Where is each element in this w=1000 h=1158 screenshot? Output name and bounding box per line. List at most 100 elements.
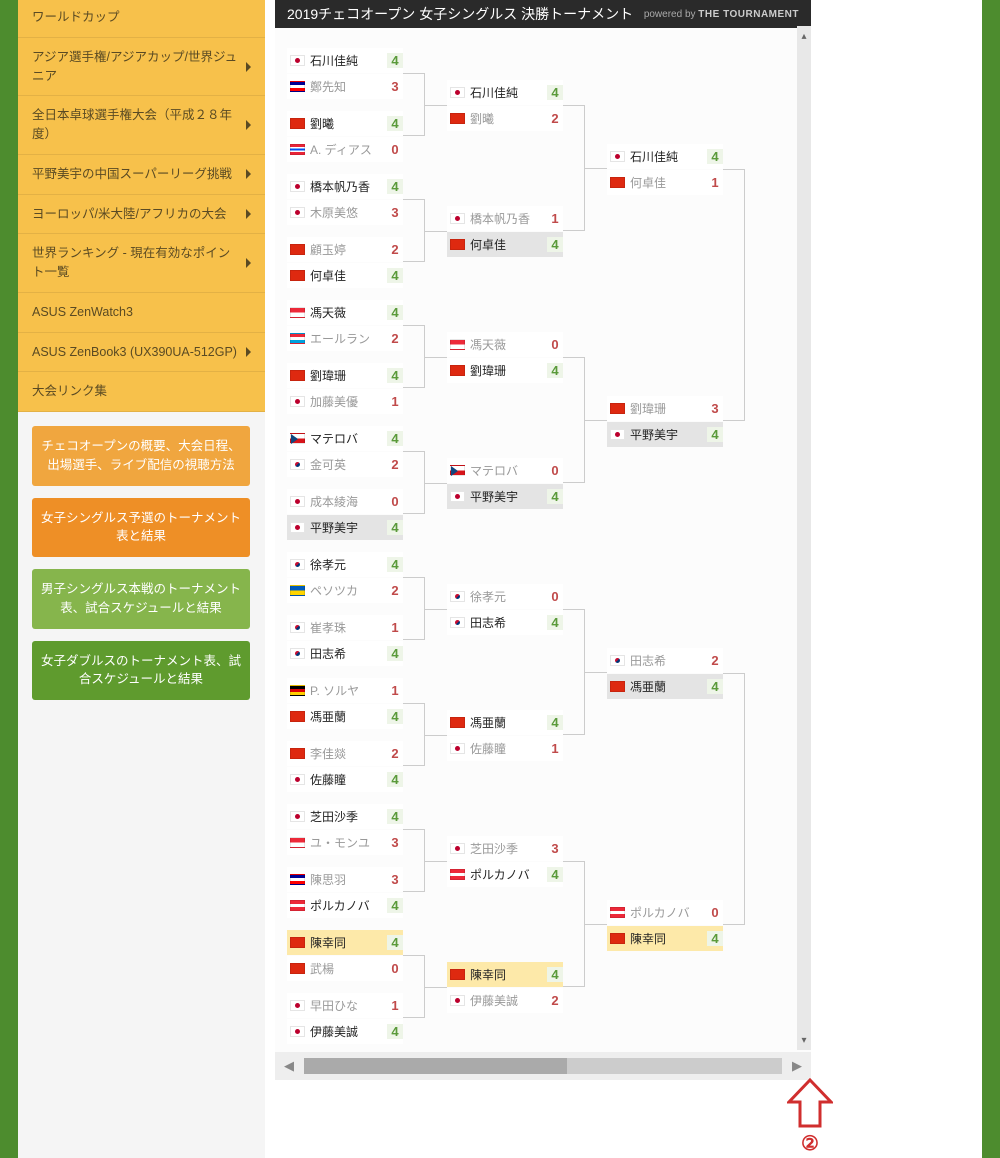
chevron-right-icon xyxy=(246,120,251,130)
player-row[interactable]: 陳幸同4 xyxy=(287,930,403,955)
match: 石川佳純4何卓佳1 xyxy=(607,144,723,196)
player-row[interactable]: 何卓佳1 xyxy=(607,170,723,195)
player-row[interactable]: 馮亜蘭4 xyxy=(447,710,563,735)
player-row[interactable]: 馮亜蘭4 xyxy=(287,704,403,729)
player-name: P. ソルヤ xyxy=(310,682,387,699)
player-name: 徐孝元 xyxy=(470,588,547,605)
scroll-down-icon[interactable]: ▾ xyxy=(797,1030,811,1050)
player-name: 何卓佳 xyxy=(630,174,707,191)
player-row[interactable]: 崔孝珠1 xyxy=(287,615,403,640)
scroll-track[interactable] xyxy=(304,1058,782,1074)
player-name: 馮天薇 xyxy=(310,304,387,321)
player-row[interactable]: 鄭先知3 xyxy=(287,74,403,99)
player-row[interactable]: 馮天薇4 xyxy=(287,300,403,325)
player-row[interactable]: 田志希4 xyxy=(287,641,403,666)
player-row[interactable]: 金可英2 xyxy=(287,452,403,477)
player-row[interactable]: 平野美宇4 xyxy=(607,422,723,447)
match: 芝田沙季3ポルカノバ4 xyxy=(447,836,563,888)
sidebar-item-4[interactable]: ヨーロッパ/米大陸/アフリカの大会 xyxy=(18,195,265,235)
flag-icon xyxy=(290,685,305,696)
player-row[interactable]: 佐藤瞳4 xyxy=(287,767,403,792)
player-row[interactable]: 劉瑋珊4 xyxy=(287,363,403,388)
sidebar-item-0[interactable]: ワールドカップ xyxy=(18,0,265,38)
player-row[interactable]: 田志希4 xyxy=(447,610,563,635)
chevron-right-icon xyxy=(246,169,251,179)
player-score: 4 xyxy=(387,809,403,824)
scroll-up-icon[interactable]: ▴ xyxy=(797,26,811,46)
vertical-scrollbar[interactable]: ▴ ▾ xyxy=(797,26,811,1050)
bracket-body[interactable]: 石川佳純4鄭先知3劉曦4A. ディアス0橋本帆乃香4木原美悠3顧玉婷2何卓佳4馮… xyxy=(275,28,811,1052)
player-row[interactable]: 何卓佳4 xyxy=(287,263,403,288)
match: 陳幸同4伊藤美誠2 xyxy=(447,962,563,1014)
player-row[interactable]: 馮亜蘭4 xyxy=(607,674,723,699)
player-row[interactable]: 木原美悠3 xyxy=(287,200,403,225)
player-row[interactable]: 馮天薇0 xyxy=(447,332,563,357)
player-row[interactable]: マテロバ4 xyxy=(287,426,403,451)
sidebar-item-3[interactable]: 平野美宇の中国スーパーリーグ挑戦 xyxy=(18,155,265,195)
bracket-connector xyxy=(425,861,447,862)
flag-icon xyxy=(610,429,625,440)
player-row[interactable]: P. ソルヤ1 xyxy=(287,678,403,703)
player-row[interactable]: 陳幸同4 xyxy=(447,962,563,987)
sidebar-item-6[interactable]: ASUS ZenWatch3 xyxy=(18,293,265,333)
player-row[interactable]: マテロバ0 xyxy=(447,458,563,483)
sidebar-button-0[interactable]: チェコオープンの概要、大会日程、出場選手、ライブ配信の視聴方法 xyxy=(32,426,250,486)
player-row[interactable]: 劉瑋珊4 xyxy=(447,358,563,383)
player-row[interactable]: ポルカノバ4 xyxy=(287,893,403,918)
player-row[interactable]: 顧玉婷2 xyxy=(287,237,403,262)
player-row[interactable]: 石川佳純4 xyxy=(607,144,723,169)
player-row[interactable]: ユ・モンユ3 xyxy=(287,830,403,855)
player-row[interactable]: 成本綾海0 xyxy=(287,489,403,514)
player-row[interactable]: 平野美宇4 xyxy=(287,515,403,540)
scroll-right-icon[interactable]: ▶ xyxy=(783,1052,811,1080)
player-row[interactable]: 加藤美優1 xyxy=(287,389,403,414)
player-row[interactable]: 橋本帆乃香4 xyxy=(287,174,403,199)
scroll-left-icon[interactable]: ◀ xyxy=(275,1052,303,1080)
player-row[interactable]: 平野美宇4 xyxy=(447,484,563,509)
player-row[interactable]: 劉瑋珊3 xyxy=(607,396,723,421)
player-row[interactable]: 橋本帆乃香1 xyxy=(447,206,563,231)
sidebar-item-7[interactable]: ASUS ZenBook3 (UX390UA-512GP) xyxy=(18,333,265,373)
sidebar-item-8[interactable]: 大会リンク集 xyxy=(18,372,265,412)
player-row[interactable]: 石川佳純4 xyxy=(447,80,563,105)
player-name: 芝田沙季 xyxy=(310,808,387,825)
horizontal-scrollbar[interactable]: ◀ ▶ xyxy=(275,1052,811,1080)
player-row[interactable]: 徐孝元0 xyxy=(447,584,563,609)
sidebar-button-2[interactable]: 男子シングルス本戦のトーナメント表、試合スケジュールと結果 xyxy=(32,569,250,629)
flag-icon xyxy=(290,585,305,596)
player-row[interactable]: 田志希2 xyxy=(607,648,723,673)
player-row[interactable]: ペソツカ2 xyxy=(287,578,403,603)
player-score: 4 xyxy=(547,615,563,630)
player-row[interactable]: 芝田沙季4 xyxy=(287,804,403,829)
player-row[interactable]: 李佳燚2 xyxy=(287,741,403,766)
player-row[interactable]: 伊藤美誠4 xyxy=(287,1019,403,1044)
player-row[interactable]: 劉曦4 xyxy=(287,111,403,136)
sidebar-item-1[interactable]: アジア選手権/アジアカップ/世界ジュニア xyxy=(18,38,265,97)
scroll-thumb[interactable] xyxy=(304,1058,567,1074)
player-row[interactable]: 武楊0 xyxy=(287,956,403,981)
player-row[interactable]: ポルカノバ4 xyxy=(447,862,563,887)
player-row[interactable]: 佐藤瞳1 xyxy=(447,736,563,761)
flag-icon xyxy=(450,969,465,980)
bracket-connector xyxy=(403,955,425,1018)
player-row[interactable]: エールラン2 xyxy=(287,326,403,351)
match: 馮天薇4エールラン2 xyxy=(287,300,403,352)
player-row[interactable]: 何卓佳4 xyxy=(447,232,563,257)
flag-icon xyxy=(290,648,305,659)
player-row[interactable]: ポルカノバ0 xyxy=(607,900,723,925)
sidebar-button-1[interactable]: 女子シングルス予選のトーナメント表と結果 xyxy=(32,498,250,558)
flag-icon xyxy=(290,1026,305,1037)
player-row[interactable]: 早田ひな1 xyxy=(287,993,403,1018)
player-row[interactable]: 陳幸同4 xyxy=(607,926,723,951)
player-row[interactable]: 劉曦2 xyxy=(447,106,563,131)
player-row[interactable]: 陳思羽3 xyxy=(287,867,403,892)
sidebar: ワールドカップアジア選手権/アジアカップ/世界ジュニア全日本卓球選手権大会（平成… xyxy=(18,0,265,1158)
player-row[interactable]: 芝田沙季3 xyxy=(447,836,563,861)
player-row[interactable]: 徐孝元4 xyxy=(287,552,403,577)
sidebar-item-2[interactable]: 全日本卓球選手権大会（平成２８年度） xyxy=(18,96,265,155)
sidebar-item-5[interactable]: 世界ランキング - 現在有効なポイント一覧 xyxy=(18,234,265,293)
player-row[interactable]: 石川佳純4 xyxy=(287,48,403,73)
player-row[interactable]: 伊藤美誠2 xyxy=(447,988,563,1013)
sidebar-button-3[interactable]: 女子ダブルスのトーナメント表、試合スケジュールと結果 xyxy=(32,641,250,701)
player-row[interactable]: A. ディアス0 xyxy=(287,137,403,162)
